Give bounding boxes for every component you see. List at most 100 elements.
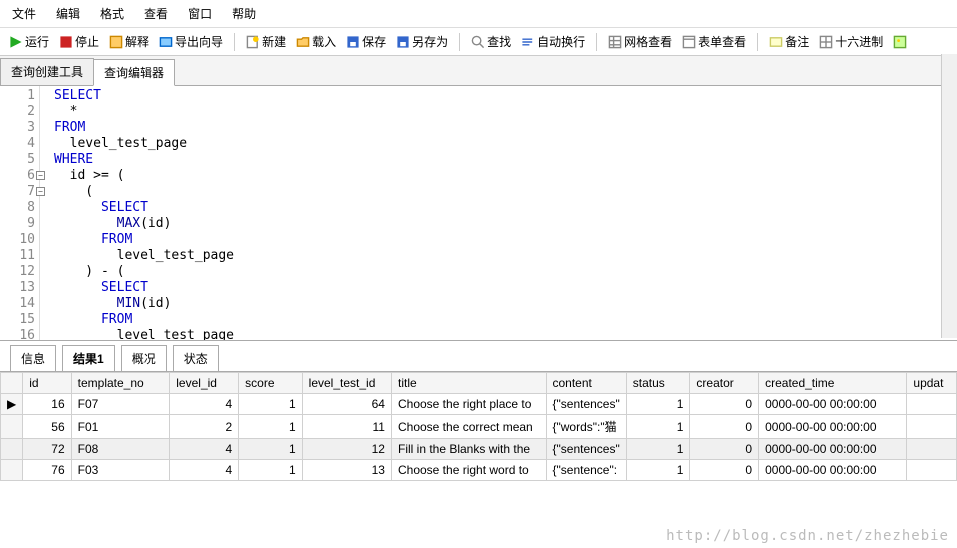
cell[interactable]: {"sentences" [546,394,626,415]
cell[interactable]: 4 [170,394,239,415]
col-content[interactable]: content [546,373,626,394]
menu-format[interactable]: 格式 [100,5,124,22]
cell[interactable]: 1 [239,415,303,439]
menubar: 文件 编辑 格式 查看 窗口 帮助 [0,0,957,28]
cell[interactable]: Choose the right place to [391,394,546,415]
editor-tabs: 查询创建工具 查询编辑器 [0,56,957,86]
col-updat[interactable]: updat [907,373,957,394]
cell[interactable]: 1 [239,439,303,460]
notes-button[interactable]: 备注 [766,31,812,52]
new-button[interactable]: 新建 [243,31,289,52]
cell[interactable]: 0 [690,460,759,481]
col-title[interactable]: title [391,373,546,394]
cell[interactable]: Choose the right word to [391,460,546,481]
cell[interactable]: 0 [690,415,759,439]
load-button[interactable]: 载入 [293,31,339,52]
watermark: http://blog.csdn.net/zhezhebie [666,528,949,544]
col-status[interactable]: status [626,373,690,394]
image-button[interactable] [890,33,910,51]
cell[interactable]: {"sentences" [546,439,626,460]
hex-button[interactable]: 十六进制 [816,31,886,52]
cell[interactable]: 76 [23,460,71,481]
cell[interactable]: 0 [690,439,759,460]
cell[interactable]: 0000-00-00 00:00:00 [759,415,907,439]
find-button[interactable]: 查找 [468,31,514,52]
cell[interactable]: 11 [302,415,391,439]
tab-info[interactable]: 信息 [10,345,56,371]
cell[interactable]: 2 [170,415,239,439]
cell[interactable]: 1 [626,394,690,415]
sql-editor[interactable]: 123456−7−8910111213141516 SELECT *FROM l… [0,86,957,341]
explain-button[interactable]: 解释 [106,31,152,52]
toolbar: 运行 停止 解释 导出向导 新建 载入 保存 另存为 查找 自动换行 网格查看 … [0,28,957,56]
cell[interactable]: 1 [626,439,690,460]
menu-help[interactable]: 帮助 [232,5,256,22]
export-wizard-button[interactable]: 导出向导 [156,31,226,52]
gridview-button[interactable]: 网格查看 [605,31,675,52]
tab-query-builder[interactable]: 查询创建工具 [0,58,94,85]
saveas-button[interactable]: 另存为 [393,31,451,52]
col-level_id[interactable]: level_id [170,373,239,394]
menu-window[interactable]: 窗口 [188,5,212,22]
menu-file[interactable]: 文件 [12,5,36,22]
cell[interactable]: Choose the correct mean [391,415,546,439]
cell[interactable]: 64 [302,394,391,415]
cell[interactable]: 13 [302,460,391,481]
tab-result1[interactable]: 结果1 [62,345,115,371]
cell[interactable]: 1 [626,415,690,439]
col-creator[interactable]: creator [690,373,759,394]
wrap-button[interactable]: 自动换行 [518,31,588,52]
cell[interactable] [907,439,957,460]
cell[interactable]: Fill in the Blanks with the [391,439,546,460]
fold-toggle[interactable]: − [36,171,45,180]
cell[interactable]: 56 [23,415,71,439]
cell[interactable]: {"words":"猫 [546,415,626,439]
cell[interactable]: 4 [170,439,239,460]
cell[interactable]: 4 [170,460,239,481]
cell[interactable]: 12 [302,439,391,460]
cell[interactable]: F08 [71,439,170,460]
cell[interactable]: 1 [239,394,303,415]
col-template_no[interactable]: template_no [71,373,170,394]
tab-query-editor[interactable]: 查询编辑器 [93,59,175,86]
col-score[interactable]: score [239,373,303,394]
stop-button[interactable]: 停止 [56,31,102,52]
cell[interactable]: 72 [23,439,71,460]
menu-view[interactable]: 查看 [144,5,168,22]
cell[interactable]: F03 [71,460,170,481]
formview-button[interactable]: 表单查看 [679,31,749,52]
cell[interactable]: F07 [71,394,170,415]
cell[interactable] [907,415,957,439]
cell[interactable]: 1 [239,460,303,481]
run-button[interactable]: 运行 [6,31,52,52]
cell[interactable]: 1 [626,460,690,481]
cell[interactable]: F01 [71,415,170,439]
result-grid[interactable]: idtemplate_nolevel_idscorelevel_test_idt… [0,372,957,481]
cell[interactable]: 0 [690,394,759,415]
cell[interactable]: 0000-00-00 00:00:00 [759,460,907,481]
result-grid-wrap: idtemplate_nolevel_idscorelevel_test_idt… [0,371,957,521]
cell[interactable]: 0000-00-00 00:00:00 [759,394,907,415]
tab-profile[interactable]: 概况 [121,345,167,371]
tab-status[interactable]: 状态 [173,345,219,371]
row-selector[interactable] [1,460,23,481]
col-id[interactable]: id [23,373,71,394]
col-level_test_id[interactable]: level_test_id [302,373,391,394]
row-selector[interactable] [1,439,23,460]
col-created_time[interactable]: created_time [759,373,907,394]
cell[interactable] [907,394,957,415]
row-selector[interactable]: ▶ [1,394,23,415]
code-area[interactable]: SELECT *FROM level_test_pageWHERE id >= … [40,86,957,340]
cell[interactable] [907,460,957,481]
fold-toggle[interactable]: − [36,187,45,196]
cell[interactable]: 0000-00-00 00:00:00 [759,439,907,460]
line-gutter: 123456−7−8910111213141516 [0,86,40,340]
cell[interactable]: {"sentence": [546,460,626,481]
vertical-scrollbar[interactable] [941,54,957,338]
row-selector[interactable] [1,415,23,439]
save-button[interactable]: 保存 [343,31,389,52]
menu-edit[interactable]: 编辑 [56,5,80,22]
separator [596,33,597,51]
separator [459,33,460,51]
cell[interactable]: 16 [23,394,71,415]
